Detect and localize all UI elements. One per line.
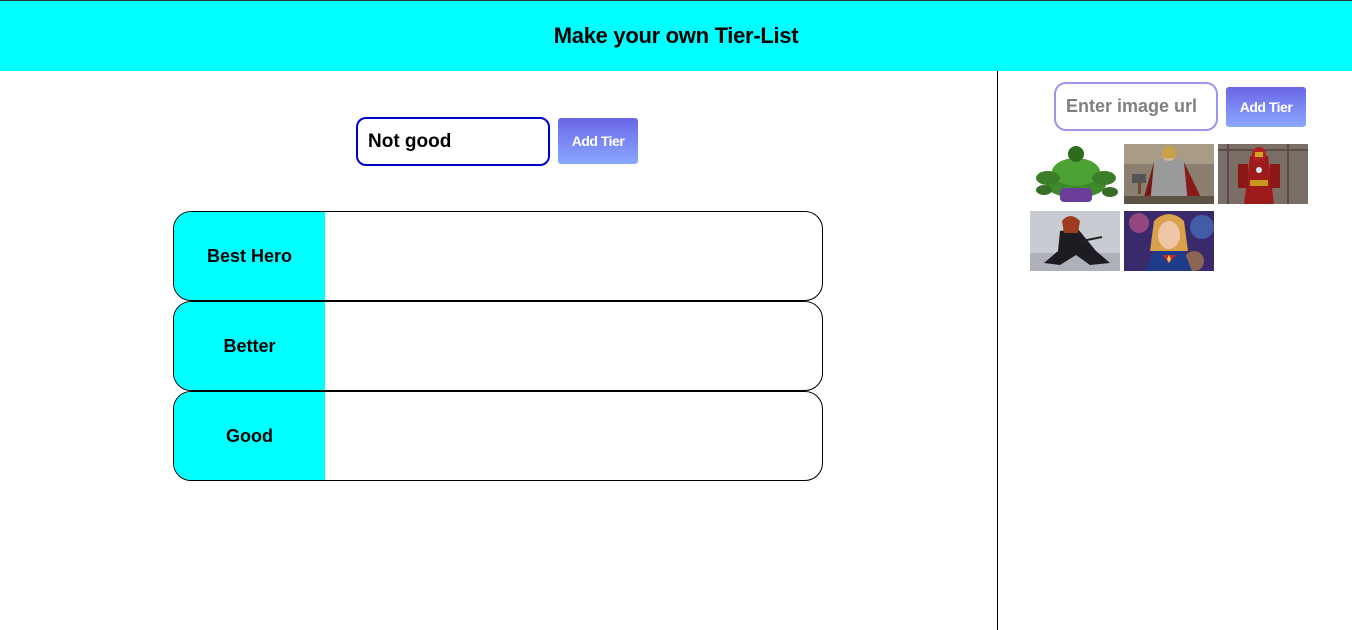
iron-man-image[interactable] (1218, 144, 1308, 204)
add-tier-button[interactable]: Add Tier (558, 118, 638, 164)
tier-label: Best Hero (174, 212, 325, 300)
tier-name-input[interactable] (356, 117, 550, 166)
tier-row: Better (173, 301, 823, 391)
tier-row: Best Hero (173, 211, 823, 301)
tier-drop-zone[interactable] (325, 212, 822, 300)
tier-drop-zone[interactable] (325, 392, 822, 480)
add-image-button[interactable]: Add Tier (1226, 87, 1306, 127)
page-title: Make your own Tier-List (553, 23, 799, 48)
tier-label: Better (174, 302, 325, 390)
captain-marvel-image[interactable] (1124, 211, 1214, 271)
tier-drop-zone[interactable] (325, 302, 822, 390)
image-url-input[interactable] (1054, 82, 1218, 131)
hulk-image[interactable] (1030, 144, 1120, 204)
image-sidebar: Add Tier (998, 71, 1352, 630)
app-header: Make your own Tier-List (0, 0, 1352, 71)
thor-image[interactable] (1124, 144, 1214, 204)
tier-label: Good (174, 392, 325, 480)
tier-list: Best Hero Better Good (173, 211, 823, 481)
tier-list-area: Add Tier Best Hero Better Good (0, 71, 997, 630)
black-widow-image[interactable] (1030, 211, 1120, 271)
tier-row: Good (173, 391, 823, 481)
